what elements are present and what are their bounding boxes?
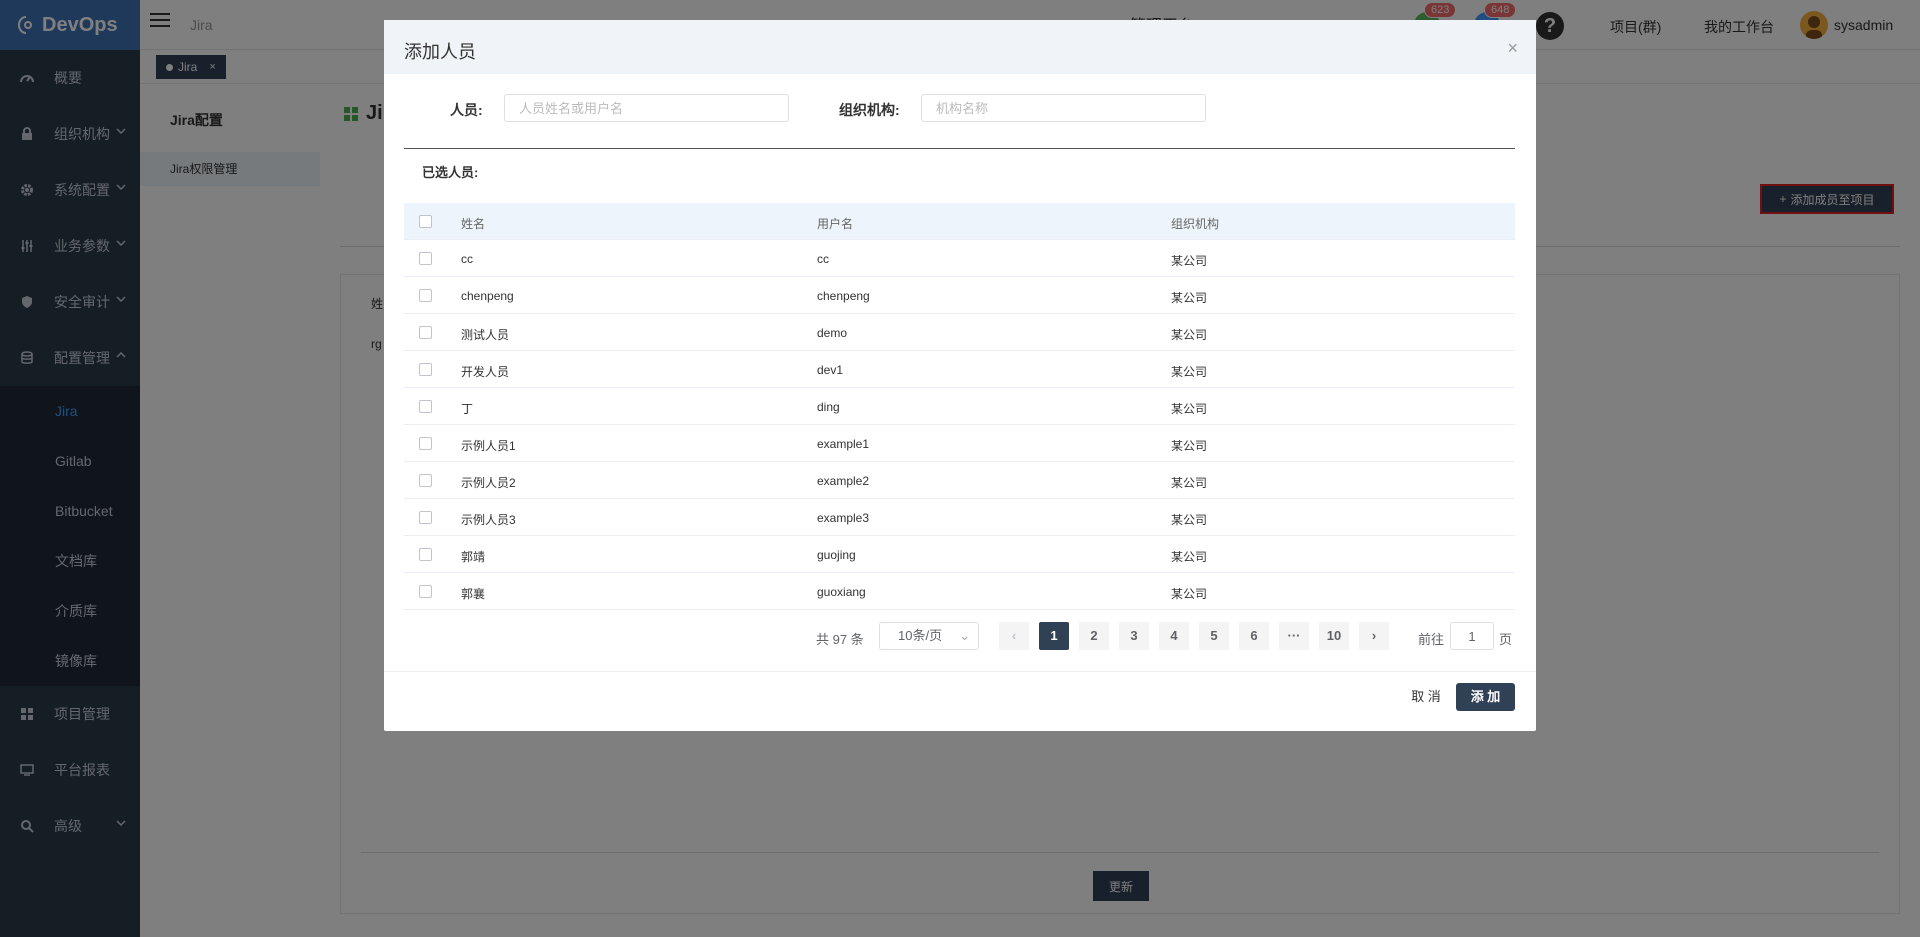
cell-name: 丁 — [461, 402, 474, 416]
cell-org: 某公司 — [1171, 254, 1208, 268]
cell-org: 某公司 — [1171, 291, 1208, 305]
table-header: 姓名 用户名 组织机构 — [404, 203, 1515, 240]
cell-username: guoxiang — [817, 585, 866, 599]
cell-name: 郭襄 — [461, 587, 486, 601]
cell-username: guojing — [817, 548, 856, 562]
cell-name: cc — [461, 252, 473, 266]
table-row[interactable]: 示例人员3 example3 某公司 — [404, 499, 1515, 536]
row-checkbox[interactable] — [419, 548, 432, 561]
cell-username: demo — [817, 326, 848, 340]
cell-name: chenpeng — [461, 289, 514, 303]
cell-org: 某公司 — [1171, 513, 1208, 527]
column-header-username[interactable]: 用户名 — [817, 215, 853, 232]
next-page-button[interactable]: › — [1359, 622, 1389, 650]
cell-org: 某公司 — [1171, 328, 1208, 342]
cell-org: 某公司 — [1171, 439, 1208, 453]
cell-name: 郭靖 — [461, 550, 486, 564]
page-button[interactable]: 4 — [1159, 622, 1189, 650]
row-checkbox[interactable] — [419, 474, 432, 487]
table-row[interactable]: chenpeng chenpeng 某公司 — [404, 277, 1515, 314]
row-checkbox[interactable] — [419, 400, 432, 413]
row-checkbox[interactable] — [419, 437, 432, 450]
row-checkbox[interactable] — [419, 511, 432, 524]
column-header-name[interactable]: 姓名 — [461, 215, 485, 232]
goto-label: 前往 — [1418, 632, 1445, 647]
page-button[interactable]: 6 — [1239, 622, 1269, 650]
row-checkbox[interactable] — [419, 289, 432, 302]
selected-persons-label: 已选人员: — [422, 165, 479, 180]
cell-name: 测试人员 — [461, 328, 510, 342]
cell-name: 示例人员1 — [461, 439, 516, 453]
column-header-org[interactable]: 组织机构 — [1171, 215, 1219, 232]
pagination-total: 共 97 条 — [816, 632, 864, 647]
divider — [404, 148, 1515, 149]
select-all-checkbox[interactable] — [419, 215, 432, 228]
goto-page-input[interactable] — [1450, 622, 1494, 650]
row-checkbox[interactable] — [419, 326, 432, 339]
cell-org: 某公司 — [1171, 550, 1208, 564]
table-row[interactable]: 郭襄 guoxiang 某公司 — [404, 573, 1515, 610]
table-row[interactable]: 示例人员1 example1 某公司 — [404, 425, 1515, 462]
person-label: 人员: — [450, 102, 483, 118]
org-label: 组织机构: — [839, 102, 900, 118]
table-row[interactable]: 丁 ding 某公司 — [404, 388, 1515, 425]
table-row[interactable]: 郭靖 guojing 某公司 — [404, 536, 1515, 573]
page-button[interactable]: 1 — [1039, 622, 1069, 650]
divider — [384, 671, 1536, 672]
cell-org: 某公司 — [1171, 476, 1208, 490]
cell-username: ding — [817, 400, 840, 414]
row-checkbox[interactable] — [419, 363, 432, 376]
page-suffix-label: 页 — [1499, 632, 1513, 647]
table-row[interactable]: 测试人员 demo 某公司 — [404, 314, 1515, 351]
org-search-input[interactable] — [921, 94, 1206, 122]
pagination: 共 97 条 10条/页 ⌄ ‹ 1 2 3 4 5 6 ··· 10 › 前往… — [384, 622, 1536, 652]
cell-name: 开发人员 — [461, 365, 510, 379]
add-person-dialog: 添加人员 × 人员: 组织机构: 已选人员: 姓名 用户名 组织机构 cc cc… — [384, 20, 1536, 731]
cancel-button[interactable]: 取 消 — [1404, 683, 1448, 711]
person-search-input[interactable] — [504, 94, 789, 122]
cell-username: example1 — [817, 437, 870, 451]
cell-username: dev1 — [817, 363, 844, 377]
prev-page-button[interactable]: ‹ — [999, 622, 1029, 650]
persons-table: 姓名 用户名 组织机构 cc cc 某公司 chenpeng chenpeng … — [404, 203, 1515, 610]
page-button[interactable]: 5 — [1199, 622, 1229, 650]
table-row[interactable]: 开发人员 dev1 某公司 — [404, 351, 1515, 388]
row-checkbox[interactable] — [419, 252, 432, 265]
page-size-value: 10条/页 — [898, 628, 943, 643]
close-icon[interactable]: × — [1507, 38, 1518, 59]
cell-org: 某公司 — [1171, 365, 1208, 379]
cell-name: 示例人员2 — [461, 476, 516, 490]
page-button[interactable]: 3 — [1119, 622, 1149, 650]
dialog-title: 添加人员 — [404, 42, 476, 62]
cell-username: example3 — [817, 511, 870, 525]
cell-org: 某公司 — [1171, 587, 1208, 601]
dialog-header: 添加人员 × — [384, 20, 1536, 74]
more-pages-button[interactable]: ··· — [1279, 622, 1309, 650]
chevron-down-icon: ⌄ — [959, 628, 970, 643]
page-button[interactable]: 10 — [1319, 622, 1349, 650]
cell-username: cc — [817, 252, 829, 266]
add-button[interactable]: 添 加 — [1456, 683, 1515, 711]
table-row[interactable]: cc cc 某公司 — [404, 240, 1515, 277]
cell-name: 示例人员3 — [461, 513, 516, 527]
cell-username: chenpeng — [817, 289, 870, 303]
row-checkbox[interactable] — [419, 585, 432, 598]
page-button[interactable]: 2 — [1079, 622, 1109, 650]
page-size-select[interactable]: 10条/页 ⌄ — [879, 622, 979, 650]
cell-username: example2 — [817, 474, 870, 488]
cell-org: 某公司 — [1171, 402, 1208, 416]
table-row[interactable]: 示例人员2 example2 某公司 — [404, 462, 1515, 499]
